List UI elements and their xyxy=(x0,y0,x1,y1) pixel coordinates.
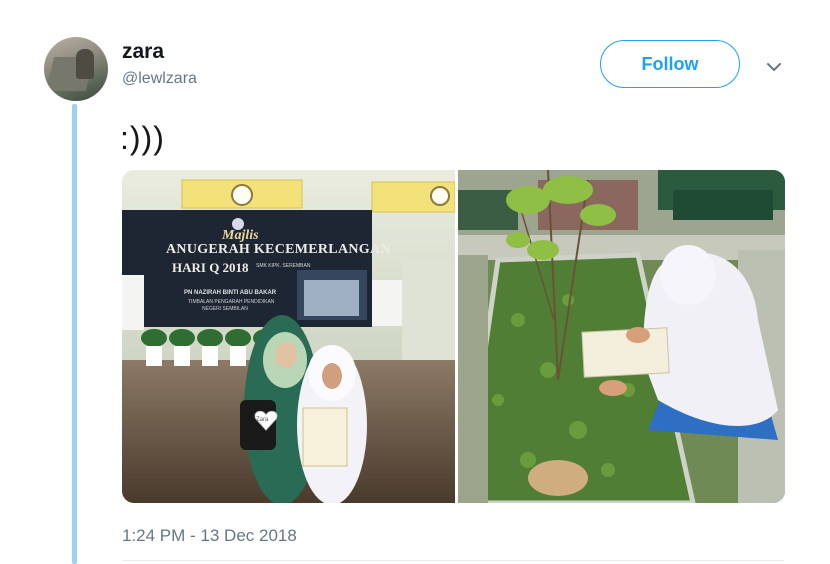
author-handle[interactable]: @lewlzara xyxy=(122,70,197,88)
chevron-down-icon[interactable] xyxy=(764,57,784,77)
tweet-photo-ceremony[interactable]: Majlis ANUGERAH KECEMERLANGAN HARI Q 201… xyxy=(122,170,455,503)
banner-line2: HARI Q 2018 xyxy=(172,260,249,275)
banner-small: SMK KIPK. SEREMBAN xyxy=(256,263,311,269)
author-name[interactable]: zara xyxy=(122,40,164,64)
banner-sub1: PN NAZIRAH BINTI ABU BAKAR xyxy=(184,290,277,296)
banner-line1: ANUGERAH KECEMERLANGAN xyxy=(166,242,391,257)
tweet-photo-grave[interactable] xyxy=(458,170,785,503)
thread-line xyxy=(72,104,77,564)
follow-button[interactable]: Follow xyxy=(600,40,740,88)
divider xyxy=(122,560,784,561)
banner-sub2: TIMBALAN PENGARAH PENDIDIKAN xyxy=(188,299,275,305)
banner-sub3: NEGERI SEMBILAN xyxy=(202,306,248,312)
tweet-timestamp[interactable]: 1:24 PM - 13 Dec 2018 xyxy=(122,526,297,546)
avatar[interactable] xyxy=(44,37,108,101)
tweet-text: :))) xyxy=(120,120,165,156)
heart-sticker-text: Zara xyxy=(256,417,269,423)
